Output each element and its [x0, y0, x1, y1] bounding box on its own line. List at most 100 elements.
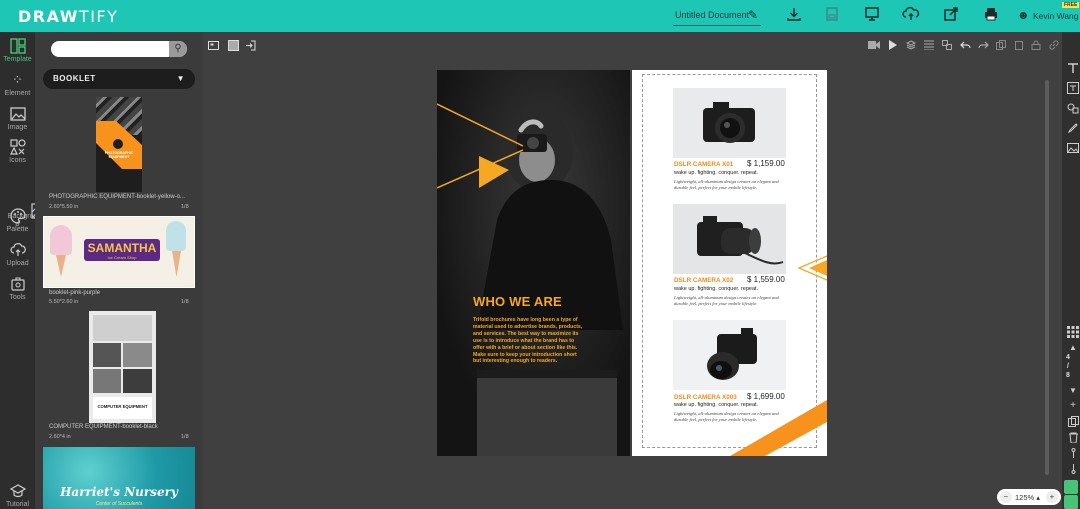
product-image[interactable] — [673, 320, 786, 390]
thumbnail-photo — [123, 343, 152, 367]
page-right-panel[interactable]: DSLR CAMERA X01 $ 1,159.00 wake up. figh… — [632, 70, 827, 456]
rail-icons[interactable]: Icons — [0, 139, 35, 164]
move-up-icon[interactable] — [1066, 448, 1080, 462]
user-name[interactable]: Kevin Wang — [1033, 11, 1079, 21]
rail-palette[interactable]: Palette — [0, 208, 35, 233]
move-down-icon[interactable] — [1066, 463, 1080, 477]
product-description[interactable]: Lightweight, all-aluminum design creates… — [674, 411, 786, 422]
user-icon[interactable]: ☻ — [1017, 8, 1030, 22]
template-thumbnail[interactable]: COMPUTER EQUIPMENT — [89, 311, 156, 423]
link-icon[interactable] — [1049, 40, 1059, 53]
product-name[interactable]: DSLR CAMERA X003 — [674, 394, 737, 401]
product-price[interactable]: $ 1,559.00 — [747, 275, 785, 284]
template-search[interactable]: ⚲ — [51, 41, 187, 57]
rail-image[interactable]: Image — [0, 106, 35, 131]
page-list-toggle[interactable] — [1064, 480, 1078, 494]
print-icon[interactable] — [982, 6, 1000, 24]
duplicate-page-icon[interactable] — [1066, 416, 1080, 430]
rail-template[interactable]: Template — [0, 38, 35, 63]
share-icon[interactable] — [942, 6, 960, 24]
product-tagline[interactable]: wake up. fighting. conquer. repeat. — [674, 286, 758, 292]
image-icon — [9, 106, 26, 122]
icons-icon — [9, 139, 26, 155]
thumbnail-title: Harriet's Nursery — [60, 485, 178, 499]
who-we-are-heading[interactable]: WHO WE ARE — [473, 294, 562, 309]
template-pages: 1/8 — [181, 204, 189, 210]
image-frame-icon[interactable] — [1066, 142, 1080, 157]
template-thumbnail[interactable]: PHOTOGRAPHIC EQUIPMENT — [96, 97, 142, 192]
zoom-in-button[interactable]: + — [1046, 491, 1058, 503]
rail-upload[interactable]: Upload — [0, 242, 35, 267]
lock-icon[interactable] — [1031, 40, 1041, 53]
product-description[interactable]: Lightweight, all-aluminum design creates… — [674, 179, 786, 190]
rail-tutorial[interactable]: Tutorial — [0, 483, 35, 508]
app-logo[interactable]: DRAWTIFY — [18, 7, 118, 26]
product-price[interactable]: $ 1,159.00 — [747, 159, 785, 168]
template-size: 2.60*5.50 in — [49, 204, 79, 210]
vertical-scrollbar[interactable] — [1045, 80, 1049, 475]
thumbnail-photo — [123, 369, 152, 393]
thumbnail-title: SAMANTHA — [87, 241, 157, 255]
rail-label: Tools — [9, 294, 26, 301]
product-name[interactable]: DSLR CAMERA X01 — [674, 161, 733, 168]
shapes-icon[interactable] — [1066, 102, 1080, 117]
rail-label: Palette — [6, 226, 29, 233]
category-dropdown[interactable]: BOOKLET ▼ — [43, 69, 195, 89]
download-icon[interactable] — [785, 6, 803, 24]
product-tagline[interactable]: wake up. fighting. conquer. repeat. — [674, 402, 758, 408]
rail-tools[interactable]: Tools — [0, 276, 35, 301]
zoom-level[interactable]: 125% ▴ — [1015, 493, 1040, 502]
video-icon[interactable] — [868, 40, 880, 53]
delete-page-icon[interactable] — [1066, 432, 1080, 446]
align-icon[interactable] — [924, 40, 934, 53]
product-description[interactable]: Lightweight, all-aluminum design creates… — [674, 295, 786, 306]
undo-icon[interactable] — [960, 40, 971, 53]
present-icon[interactable] — [863, 6, 881, 24]
group-icon[interactable] — [942, 40, 952, 53]
page-total: 8 — [1066, 372, 1070, 379]
thumbnail-title: COMPUTER EQUIPMENT — [97, 404, 148, 409]
cloud-upload-icon[interactable] — [902, 6, 920, 24]
search-input[interactable] — [57, 43, 165, 55]
grid-view-icon[interactable] — [1066, 326, 1080, 341]
thumbnail-photo — [93, 343, 121, 367]
paste-icon[interactable] — [1014, 40, 1024, 53]
pen-icon[interactable] — [1066, 122, 1080, 137]
product-price[interactable]: $ 1,699.00 — [747, 392, 785, 401]
edit-title-icon[interactable]: ✎ — [744, 6, 762, 24]
template-thumbnail[interactable]: Harriet's Nursery Center of Succulents — [43, 447, 195, 509]
who-we-are-body[interactable]: Trifold brochures have long been a type … — [473, 317, 583, 365]
chevron-down-icon[interactable]: ▼ — [1066, 386, 1080, 395]
text-tool-icon[interactable] — [1066, 62, 1080, 77]
text-frame-icon[interactable] — [1066, 82, 1080, 97]
product-name[interactable]: DSLR CAMERA X02 — [674, 277, 733, 284]
page-separator: / — [1067, 363, 1069, 370]
copy-icon[interactable] — [996, 40, 1006, 53]
product-image[interactable] — [673, 88, 786, 158]
layers-icon[interactable] — [905, 40, 917, 53]
redo-icon[interactable] — [978, 40, 989, 53]
camera-photo — [673, 204, 786, 274]
chevron-up-icon[interactable]: ▲ — [1066, 343, 1080, 352]
rail-label: Image — [7, 124, 28, 131]
add-page-icon[interactable]: + — [1066, 400, 1080, 411]
product-tagline[interactable]: wake up. fighting. conquer. repeat. — [674, 170, 758, 176]
rail-element[interactable]: ⁘ Element — [0, 72, 35, 97]
play-icon[interactable] — [888, 40, 898, 53]
background-color-swatch[interactable] — [228, 40, 239, 51]
import-icon[interactable] — [245, 40, 256, 51]
template-thumbnail[interactable]: SAMANTHA Ice Cream Shop — [43, 216, 195, 288]
thumbnail-illustration — [172, 251, 181, 277]
search-icon[interactable]: ⚲ — [169, 41, 187, 57]
document-title[interactable]: Untitled Document — [675, 10, 749, 20]
product-image[interactable] — [673, 204, 786, 274]
fit-screen-icon[interactable] — [208, 40, 219, 51]
zoom-out-button[interactable]: − — [1000, 491, 1012, 503]
page-thumbnails-toggle[interactable] — [1064, 495, 1078, 509]
tutorial-icon — [9, 483, 26, 499]
save-icon[interactable] — [823, 6, 841, 24]
page-left-panel[interactable]: WHO WE ARE Trifold brochures have long b… — [437, 70, 630, 456]
chevron-down-icon: ▼ — [176, 74, 185, 83]
left-tool-rail: Template ⁘ Element Image Icons Backgroun… — [0, 32, 47, 509]
thumbnail-illustration — [56, 255, 66, 277]
